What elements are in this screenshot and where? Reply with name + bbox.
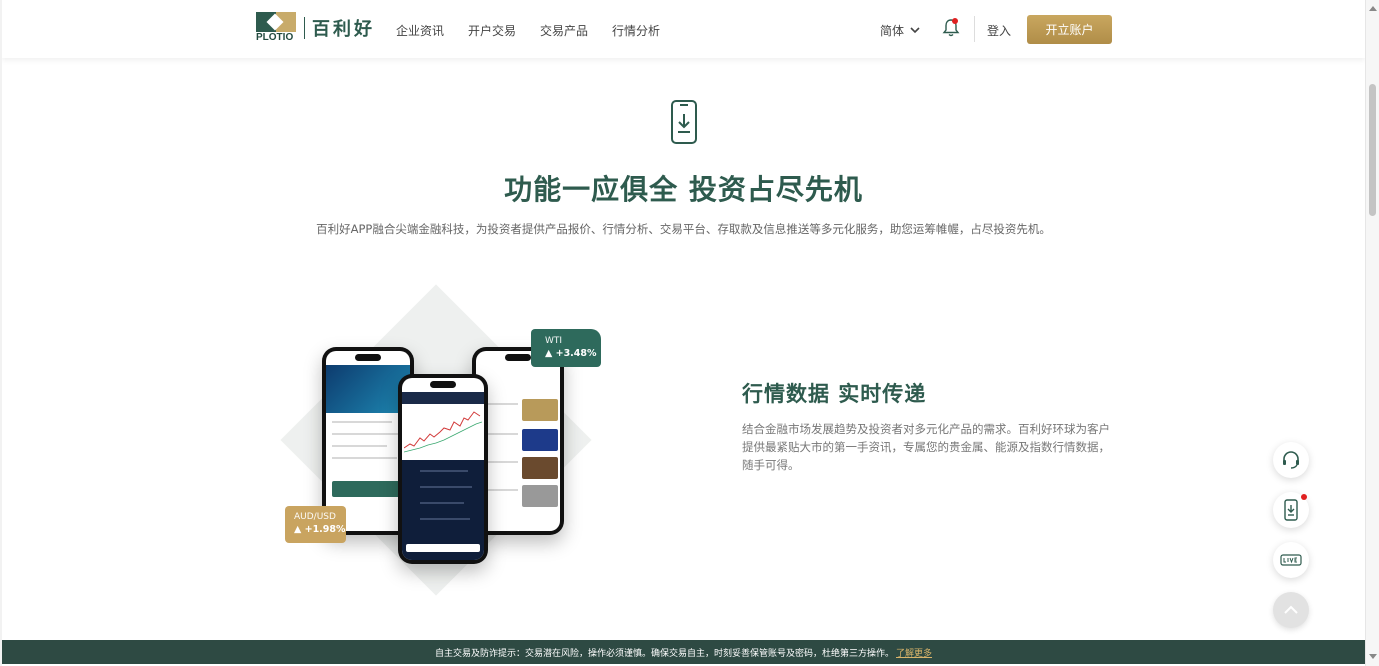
nav-item-products[interactable]: 交易产品	[540, 22, 588, 39]
notification-dot	[952, 18, 958, 24]
wti-change: ▲ +3.48%	[545, 348, 597, 359]
nav-item-open-trade[interactable]: 开户交易	[468, 22, 516, 39]
language-label: 简体	[880, 24, 905, 38]
risk-learn-more-link[interactable]: 了解更多	[896, 646, 932, 659]
logo-text: PLOTIO	[256, 32, 294, 43]
wti-label: WTI	[545, 336, 563, 346]
risk-warning-text: 自主交易及防诈提示：交易潜在风险，操作必须谨慎。确保交易自主，时刻妥善保管账号及…	[434, 648, 894, 659]
logo-mark	[256, 12, 296, 32]
phone-download-icon	[670, 100, 698, 144]
app-download-button[interactable]	[1273, 492, 1309, 528]
chevron-down-icon	[910, 27, 920, 34]
page: PLOTIO 百利好 企业资讯 开户交易 交易产品 行情分析 简体 登入 开立账…	[2, 0, 1365, 666]
audusd-price-badge: AUD/USD ▲ +1.98%	[285, 506, 346, 543]
live-icon	[1280, 554, 1302, 566]
audusd-change: ▲ +1.98%	[294, 524, 346, 535]
notification-button[interactable]	[942, 18, 960, 38]
page-scrollbar[interactable]	[1365, 0, 1379, 666]
language-selector[interactable]: 简体	[880, 22, 920, 39]
brand-name[interactable]: 百利好	[312, 15, 375, 41]
phone-mockup-center	[398, 374, 488, 564]
scroll-thumb[interactable]	[1369, 84, 1376, 216]
risk-warning-bar: 自主交易及防诈提示：交易潜在风险，操作必须谨慎。确保交易自主，时刻妥善保管账号及…	[2, 640, 1365, 664]
customer-service-button[interactable]	[1273, 442, 1309, 478]
live-button[interactable]	[1273, 542, 1309, 578]
page-subtitle: 百利好APP融合尖端金融科技，为投资者提供产品报价、行情分析、交易平台、存取款及…	[316, 222, 1051, 236]
login-link[interactable]: 登入	[987, 22, 1011, 39]
page-title: 功能一应俱全 投资占尽先机	[504, 173, 863, 206]
app-download-icon	[1284, 499, 1298, 521]
headset-icon	[1283, 451, 1299, 469]
wti-price-badge: WTI ▲ +3.48%	[531, 329, 601, 367]
open-account-button[interactable]: 开立账户	[1027, 15, 1112, 44]
scroll-down-arrow[interactable]	[1369, 654, 1377, 659]
main-nav: 企业资讯 开户交易 交易产品 行情分析	[396, 22, 660, 39]
back-to-top-icon	[1284, 605, 1298, 614]
audusd-label: AUD/USD	[294, 512, 336, 522]
scroll-up-arrow[interactable]	[1369, 6, 1377, 11]
feature-title: 行情数据 实时传递	[742, 382, 927, 406]
nav-item-news[interactable]: 企业资讯	[396, 22, 444, 39]
logo[interactable]: PLOTIO	[256, 12, 298, 44]
nav-item-analysis[interactable]: 行情分析	[612, 22, 660, 39]
top-header: PLOTIO 百利好 企业资讯 开户交易 交易产品 行情分析 简体 登入 开立账…	[2, 0, 1365, 58]
header-divider	[974, 16, 975, 42]
app-download-dot	[1301, 494, 1307, 500]
back-to-top-button[interactable]	[1273, 592, 1309, 628]
feature-description: 结合金融市场发展趋势及投资者对多元化产品的需求。百利好环球为客户提供最紧贴大市的…	[742, 422, 1110, 472]
logo-divider	[304, 17, 305, 39]
price-chart	[404, 411, 482, 453]
